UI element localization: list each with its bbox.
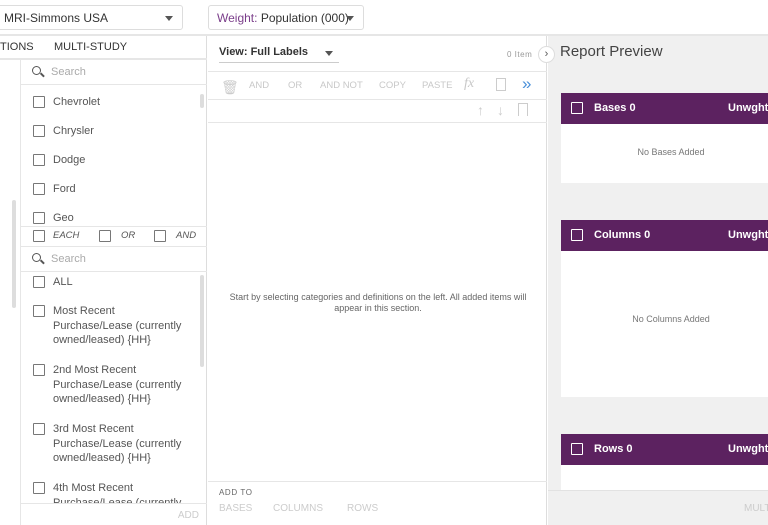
empty-message: No Columns Added xyxy=(632,314,710,324)
card-label: Columns 0 xyxy=(594,229,651,241)
and-checkbox[interactable] xyxy=(154,230,166,242)
preview-footer: MULT xyxy=(548,490,768,525)
double-chevron-right-icon[interactable]: » xyxy=(522,74,531,94)
view-select[interactable]: View: Full Labels xyxy=(219,41,339,63)
study-value: MRI-Simmons USA xyxy=(4,11,109,25)
arrow-up-icon[interactable]: ↑ xyxy=(477,102,484,118)
or-label: OR xyxy=(121,230,136,241)
checkbox[interactable] xyxy=(33,183,45,195)
checkbox[interactable] xyxy=(33,276,45,288)
checkbox[interactable] xyxy=(33,364,45,376)
checkbox[interactable] xyxy=(33,305,45,317)
checkbox[interactable] xyxy=(33,423,45,435)
weight-value: Population (000) xyxy=(260,11,349,25)
checkbox[interactable] xyxy=(33,482,45,494)
search-placeholder: Search xyxy=(51,253,86,265)
checkbox[interactable] xyxy=(571,229,583,241)
divider xyxy=(208,122,547,123)
duplicate-icon[interactable] xyxy=(496,78,506,91)
arrow-down-icon[interactable]: ↓ xyxy=(497,102,504,118)
tab-options[interactable]: TIONS xyxy=(0,41,34,53)
item-label: Dodge xyxy=(53,154,86,166)
columns-card: Columns 0 Unwghtd No Columns Added xyxy=(561,220,768,397)
scrollbar[interactable] xyxy=(200,94,204,108)
item-label: Chevrolet xyxy=(53,96,101,108)
item-label: Geo xyxy=(53,212,74,224)
search-placeholder: Search xyxy=(51,66,86,78)
item-label: ALL xyxy=(53,276,73,288)
item-label: 2nd Most Recent Purchase/Lease (currentl… xyxy=(53,364,182,406)
left-panel: TIONS MULTI-STUDY Search Chevrolet Chrys… xyxy=(0,36,207,525)
checkbox[interactable] xyxy=(571,443,583,455)
function-icon[interactable]: fx xyxy=(464,76,474,92)
add-to-rows-button[interactable]: ROWS xyxy=(347,503,378,514)
add-button[interactable]: ADD xyxy=(20,503,207,525)
weight-select[interactable]: Weight: Population (000) xyxy=(208,5,364,30)
tab-multi-study[interactable]: MULTI-STUDY xyxy=(54,41,127,53)
add-to-label: ADD TO xyxy=(219,488,253,497)
copy-button[interactable]: COPY xyxy=(379,80,406,91)
each-label: EACH xyxy=(53,230,80,241)
checkbox[interactable] xyxy=(571,102,583,114)
item-label: Ford xyxy=(53,183,76,195)
card-label: Rows 0 xyxy=(594,443,633,455)
chevron-down-icon xyxy=(325,51,333,56)
checkbox[interactable] xyxy=(33,154,45,166)
add-label: ADD xyxy=(177,510,199,521)
item-count: 0 Item xyxy=(507,50,533,59)
weight-label: Weight: xyxy=(217,11,258,25)
empty-message: Start by selecting categories and defini… xyxy=(229,292,527,313)
search-icon xyxy=(32,66,41,75)
report-preview-title: Report Preview xyxy=(560,43,663,60)
item-label: 4th Most Recent Purchase/Lease (currentl… xyxy=(53,482,182,503)
center-panel: View: Full Labels 0 Item › 🗑 AND OR AND … xyxy=(208,36,555,525)
item-label: Chrysler xyxy=(53,125,94,137)
item-label: Most Recent Purchase/Lease (currently ow… xyxy=(53,305,182,347)
each-checkbox[interactable] xyxy=(33,230,45,242)
checkbox[interactable] xyxy=(33,212,45,224)
logic-row: EACH OR AND xyxy=(20,226,207,247)
card-header: Bases 0 Unwghtd xyxy=(561,93,768,124)
bookmark-icon[interactable] xyxy=(518,103,528,116)
card-header: Columns 0 Unwghtd xyxy=(561,220,768,251)
report-preview-panel: Report Preview Bases 0 Unwghtd No Bases A… xyxy=(548,36,768,525)
empty-message: No Bases Added xyxy=(637,147,705,157)
card-weight-label: Unwghtd xyxy=(728,229,768,241)
add-to-bases-button[interactable]: BASES xyxy=(219,503,252,514)
item-label: 3rd Most Recent Purchase/Lease (currentl… xyxy=(53,423,182,465)
checkbox[interactable] xyxy=(33,125,45,137)
paste-button[interactable]: PASTE xyxy=(422,80,452,91)
and-button[interactable]: AND xyxy=(249,80,269,91)
outer-scrollbar[interactable] xyxy=(12,200,16,308)
multi-button[interactable]: MULT xyxy=(744,503,768,514)
view-value: View: Full Labels xyxy=(219,46,309,58)
or-checkbox[interactable] xyxy=(99,230,111,242)
or-button[interactable]: OR xyxy=(288,80,302,91)
search-input-definitions[interactable]: Search xyxy=(21,247,207,272)
tabs: TIONS MULTI-STUDY xyxy=(0,36,207,60)
checkbox[interactable] xyxy=(33,96,45,108)
card-label: Bases 0 xyxy=(594,102,636,114)
chevron-down-icon xyxy=(346,16,354,21)
brand-list: Search Chevrolet Chrysler Dodge Ford Geo xyxy=(20,60,207,226)
search-input[interactable]: Search xyxy=(21,60,207,85)
trash-icon[interactable]: 🗑 xyxy=(221,79,239,96)
card-weight-label: Unwghtd xyxy=(728,102,768,114)
and-not-button[interactable]: AND NOT xyxy=(320,80,363,91)
add-to-columns-button[interactable]: COLUMNS xyxy=(273,503,323,514)
top-bar: MRI-Simmons USA Weight: Population (000) xyxy=(0,0,768,36)
definition-list: Search ALL Most Recent Purchase/Lease (c… xyxy=(20,247,207,503)
card-header: Rows 0 Unwghtd xyxy=(561,434,768,465)
list-item[interactable]: Geo xyxy=(21,212,201,226)
and-label: AND xyxy=(176,230,197,241)
scrollbar[interactable] xyxy=(200,275,204,367)
rows-card: Rows 0 Unwghtd xyxy=(561,434,768,490)
bases-card: Bases 0 Unwghtd No Bases Added xyxy=(561,93,768,183)
study-select[interactable]: MRI-Simmons USA xyxy=(0,5,183,30)
add-to-bar: ADD TO BASES COLUMNS ROWS xyxy=(208,481,547,525)
card-weight-label: Unwghtd xyxy=(728,443,768,455)
collapse-toggle-chevron-right-icon[interactable]: › xyxy=(538,46,555,63)
chevron-down-icon xyxy=(165,16,173,21)
search-icon xyxy=(32,253,41,262)
